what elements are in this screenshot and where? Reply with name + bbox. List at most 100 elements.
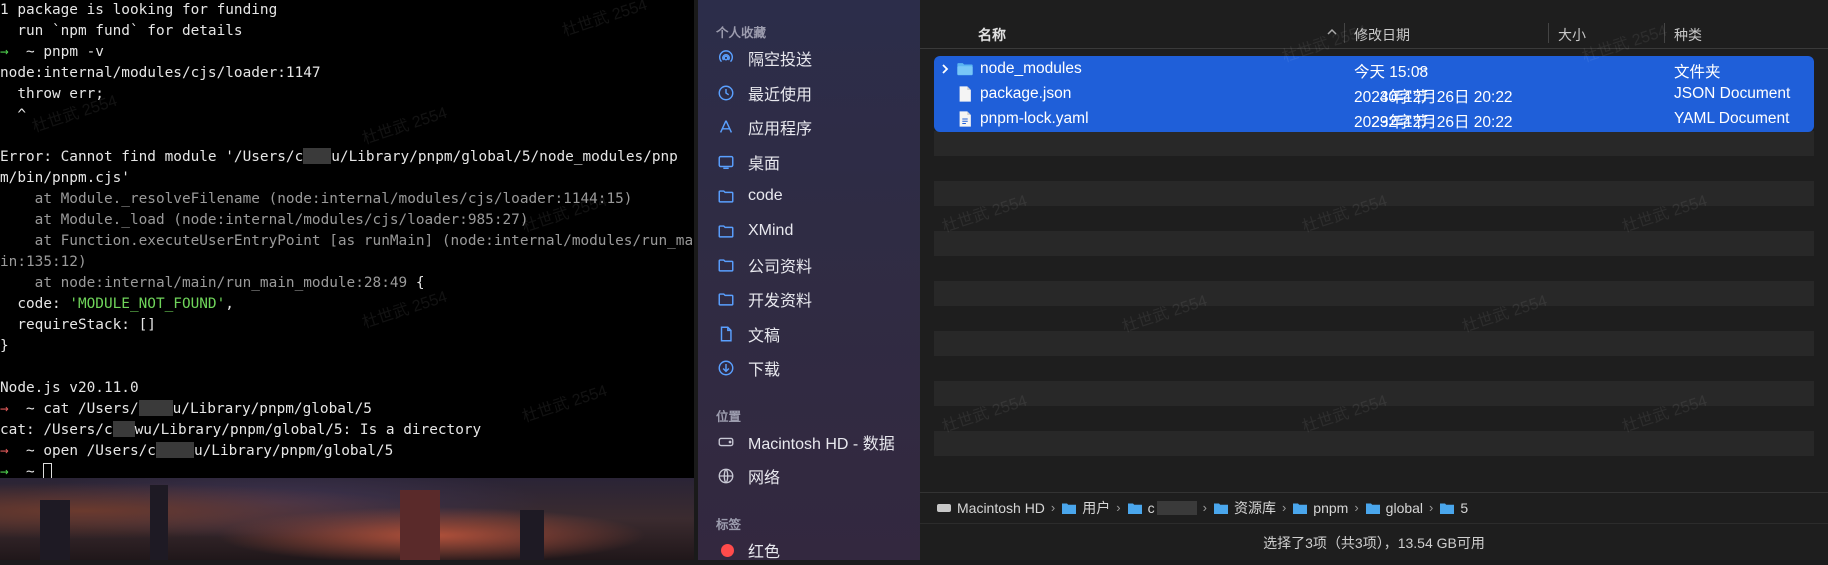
folder-icon [1127, 503, 1142, 514]
desktop-icon [716, 152, 736, 172]
disclosure-chevron-right-icon[interactable] [938, 61, 952, 77]
terminal-line: ^ [0, 105, 694, 126]
path-crumb-label: 5 [1460, 499, 1469, 516]
sidebar-item-macintosh-hd[interactable]: Macintosh HD - 数据 [716, 427, 916, 457]
terminal-command: ~ pnpm -v [26, 44, 104, 60]
sidebar-item-label: code [748, 187, 783, 204]
terminal-text: at Module._resolveFilename (node:interna… [0, 191, 633, 207]
terminal-text: at Module._load (node:internal/modules/c… [0, 212, 529, 228]
path-crumb-5[interactable]: 5 [1439, 500, 1468, 516]
folder-icon [1062, 503, 1077, 514]
terminal-command: u/Library/pnpm/global/5 [193, 443, 394, 459]
chevron-right-icon: › [1116, 500, 1121, 515]
column-header-date[interactable]: 修改日期 [1354, 25, 1410, 45]
terminal-line: at Module._resolveFilename (node:interna… [0, 189, 694, 210]
redacted-block [112, 421, 135, 437]
terminal-text: cat: /Users/c [0, 422, 113, 438]
file-date: 2023年12月26日 20:22 [1354, 89, 1513, 106]
disk-icon [937, 503, 951, 512]
file-kind: 文件夹 [1674, 64, 1721, 81]
sidebar-item-code[interactable]: code [716, 181, 916, 211]
column-header-size[interactable]: 大小 [1558, 25, 1586, 45]
globe-icon [716, 466, 736, 486]
file-name: package.json [980, 85, 1072, 102]
terminal-line: requireStack: [] [0, 315, 694, 336]
terminal-text: run `npm fund` for details [0, 23, 243, 39]
sidebar-item-label: 最近使用 [748, 87, 813, 104]
file-row-package-json[interactable]: package.json 2023年12月26日 20:22 40字节 JSON… [934, 82, 1814, 107]
terminal-cursor[interactable] [43, 463, 53, 478]
terminal-text: code: [0, 296, 70, 312]
red-tag-icon [716, 540, 736, 560]
sidebar-section-favorites: 个人收藏 [716, 26, 767, 40]
sidebar-item-dev-docs[interactable]: 开发资料 [716, 284, 916, 314]
redacted-block [303, 148, 332, 164]
terminal-line: at Module._load (node:internal/modules/c… [0, 210, 694, 231]
chevron-right-icon: › [1429, 500, 1434, 515]
terminal-line: code: 'MODULE_NOT_FOUND', [0, 294, 694, 315]
terminal-string: 'MODULE_NOT_FOUND' [69, 296, 226, 312]
column-divider[interactable] [1664, 23, 1665, 43]
terminal-text: in:135:12) [0, 254, 87, 270]
terminal-text: Error: Cannot find module '/Users/c [0, 149, 304, 165]
file-row-node-modules[interactable]: node_modules 今天 15:08 -- 文件夹 [934, 57, 1814, 82]
folder-icon [1365, 503, 1380, 514]
folder-icon [957, 63, 973, 76]
path-crumb-macintosh-hd[interactable]: Macintosh HD [936, 500, 1045, 516]
sidebar-item-tag-red[interactable]: 红色 [716, 535, 916, 565]
terminal-command: ~ cat /Users/ [26, 401, 139, 417]
terminal-line: } [0, 336, 694, 357]
sidebar-item-label: 网络 [748, 470, 781, 487]
json-file-icon [959, 86, 971, 102]
terminal-line: at node:internal/main/run_main_module:28… [0, 273, 694, 294]
terminal-window[interactable]: 1 package is looking for funding run `np… [0, 0, 694, 478]
path-crumb-global[interactable]: global [1365, 500, 1423, 516]
terminal-command: ~ [26, 464, 44, 478]
folder-icon [1213, 503, 1228, 514]
sidebar-item-company-docs[interactable]: 公司资料 [716, 250, 916, 280]
terminal-text: u/Library/pnpm/global/5/node_modules/pnp [331, 149, 678, 165]
sidebar-item-label: Macintosh HD - 数据 [748, 436, 895, 453]
column-divider[interactable] [1548, 23, 1549, 43]
file-size: -- [1417, 60, 1428, 77]
terminal-prompt-line: → ~ open /Users/c u/Library/pnpm/global/5 [0, 441, 694, 462]
sidebar-section-locations: 位置 [716, 410, 742, 424]
column-header-name[interactable]: 名称 [978, 25, 1006, 45]
sidebar-item-desktop[interactable]: 桌面 [716, 147, 916, 177]
chevron-right-icon: › [1281, 500, 1287, 515]
path-crumb-pnpm[interactable]: pnpm [1292, 500, 1348, 516]
path-crumb-label: c [1147, 499, 1155, 516]
column-divider[interactable] [1344, 23, 1345, 43]
sidebar-item-applications[interactable]: 应用程序 [716, 112, 916, 142]
clock-icon [716, 83, 736, 103]
sidebar-item-downloads[interactable]: 下载 [716, 353, 916, 383]
folder-icon [1440, 503, 1455, 514]
terminal-command: ~ open /Users/c [26, 443, 156, 459]
chevron-right-icon: › [1354, 500, 1359, 515]
path-crumb-user-home[interactable]: c [1127, 500, 1197, 516]
path-bar: Macintosh HD › 用户 › c › 资源库 › pnpm › glo… [920, 492, 1828, 522]
sidebar-item-recents[interactable]: 最近使用 [716, 78, 916, 108]
status-text: 选择了3项（共3项），13.54 GB可用 [1263, 534, 1485, 551]
sidebar-item-documents[interactable]: 文稿 [716, 319, 916, 349]
terminal-text: wu/Library/pnpm/global/5: Is a directory [134, 422, 482, 438]
path-crumb-label: pnpm [1313, 499, 1349, 516]
terminal-line: throw err; [0, 84, 694, 105]
sidebar-section-tags: 标签 [716, 518, 742, 532]
sidebar-item-xmind[interactable]: XMind [716, 216, 916, 246]
sidebar-item-label: 开发资料 [748, 293, 813, 310]
path-crumb-library[interactable]: 资源库 [1213, 498, 1276, 518]
disk-icon [716, 432, 736, 452]
path-crumb-label: 资源库 [1233, 499, 1276, 516]
sidebar-item-network[interactable]: 网络 [716, 461, 916, 491]
terminal-line: in:135:12) [0, 252, 694, 273]
sidebar-item-airdrop[interactable]: 隔空投送 [716, 43, 916, 73]
finder-file-list[interactable]: 名称 修改日期 大小 种类 node_modules 今天 15:08 -- 文… [920, 0, 1828, 560]
file-row-pnpm-lock[interactable]: pnpm-lock.yaml 2023年12月26日 20:22 292字节 Y… [934, 107, 1814, 132]
path-crumb-users[interactable]: 用户 [1061, 498, 1110, 518]
finder-sidebar: 个人收藏 隔空投送 最近使用 应用程序 桌面 code XMind 公司资料 开… [698, 0, 920, 561]
column-header-kind[interactable]: 种类 [1674, 25, 1702, 45]
terminal-prompt-line[interactable]: → ~ [0, 462, 694, 478]
